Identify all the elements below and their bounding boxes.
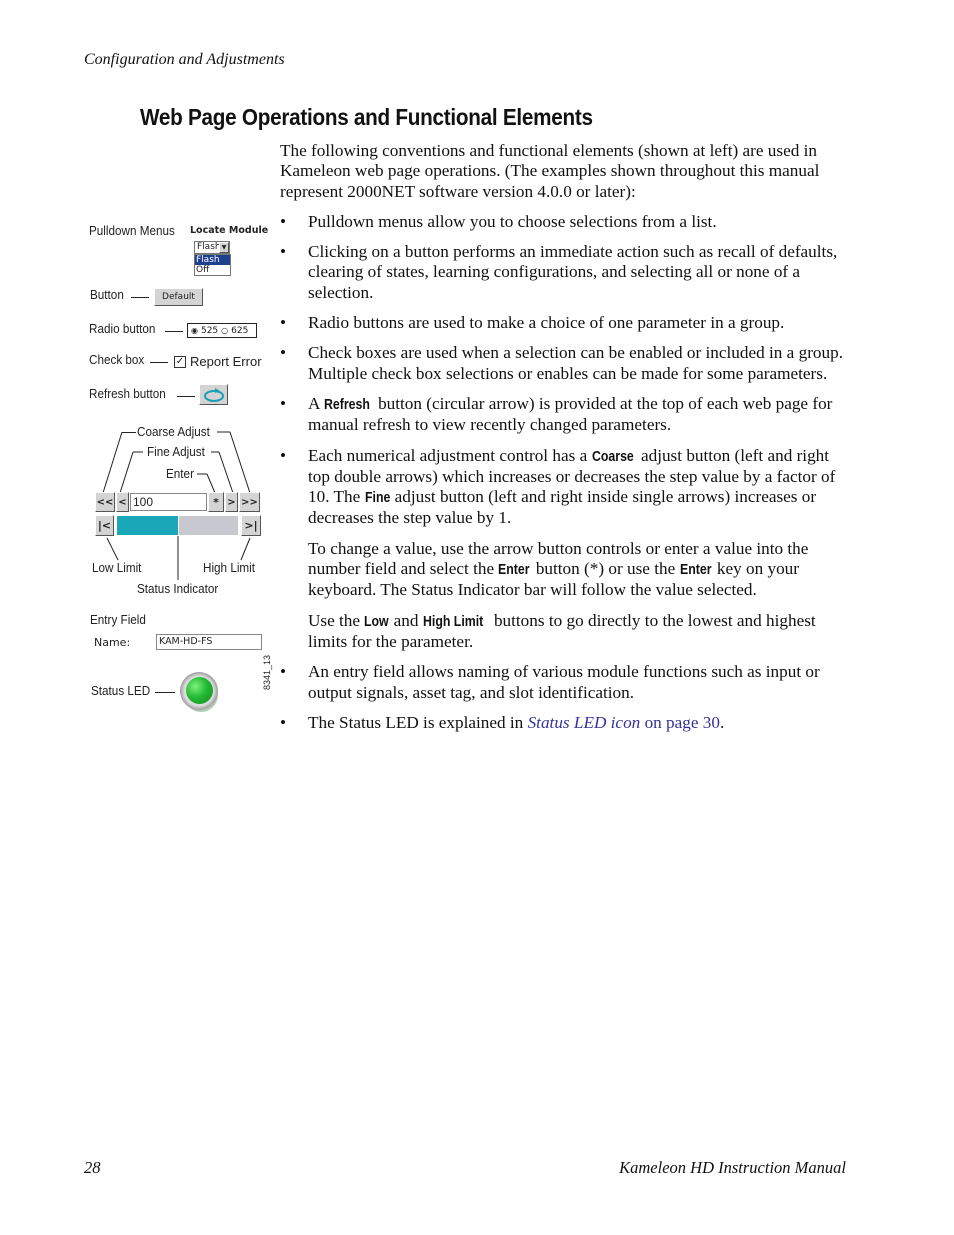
radio-group: ◉ 525 ○ 625 <box>187 323 257 338</box>
fine-down-button[interactable]: < <box>116 492 129 512</box>
checkbox-checked-icon[interactable]: ✓ <box>174 355 186 368</box>
enter-button[interactable]: * <box>208 492 224 512</box>
keyword-coarse: Coarse <box>591 448 634 465</box>
keyword-fine: Fine <box>364 490 390 507</box>
running-head: Configuration and Adjustments <box>84 51 285 68</box>
fine-up-button[interactable]: > <box>225 492 238 512</box>
bullet-text: Check boxes are used when a selection ca… <box>308 343 844 383</box>
pulldown-option-flash[interactable]: Flash <box>195 255 230 265</box>
pulldown-option-off[interactable]: Off <box>195 265 230 275</box>
label-pulldown-menus: Pulldown Menus <box>89 223 175 238</box>
bullet-text: Each numerical adjustment control has a <box>308 445 592 465</box>
link-italic-text: Status LED icon <box>527 712 641 732</box>
intro-paragraph: The following conventions and functional… <box>280 141 820 201</box>
label-status-indicator: Status Indicator <box>137 581 219 596</box>
bullet-text: Clicking on a button performs an immedia… <box>308 242 838 302</box>
pulldown-title: Locate Module <box>190 225 269 236</box>
pulldown-selected-value: Flash <box>197 242 221 252</box>
status-led-icon <box>180 672 220 712</box>
radio-525-selected-icon[interactable]: ◉ <box>191 326 198 335</box>
coarse-down-button[interactable]: << <box>95 492 115 512</box>
bullet-numeric-adjust: • Each numerical adjustment control has a… <box>280 446 846 653</box>
bullet-button: • Clicking on a button performs an immedi… <box>280 242 846 303</box>
bullet-text: Use the <box>308 610 365 630</box>
entry-name-label: Name: <box>94 636 131 649</box>
leader-line <box>131 297 149 298</box>
keyword-high-limit: High Limit <box>422 613 484 630</box>
bullet-icon: • <box>280 712 287 732</box>
body-text: The following conventions and functional… <box>280 141 846 743</box>
bullet-icon: • <box>280 242 287 262</box>
bullet-text: A <box>308 393 324 413</box>
limits-paragraph: Use the Low and High Limit buttons to go… <box>308 611 846 653</box>
radio-625-label: 625 <box>231 325 249 336</box>
section-title: Web Page Operations and Functional Eleme… <box>140 104 593 130</box>
bullet-icon: • <box>280 662 287 682</box>
bullet-text: Radio buttons are used to make a choice … <box>308 313 785 333</box>
numeric-value-input[interactable]: 100 <box>130 493 207 511</box>
label-button: Button <box>90 287 124 302</box>
bullet-status-led: • The Status LED is explained in Status L… <box>280 713 846 733</box>
label-status-led: Status LED <box>91 683 151 698</box>
leader-line <box>150 362 168 363</box>
high-limit-button[interactable]: >| <box>241 515 261 536</box>
keyword-enter: Enter <box>498 562 530 579</box>
checkbox-report-error[interactable]: ✓ Report Error <box>174 354 262 369</box>
bullet-text: button (circular arrow) is provided at t… <box>308 393 833 435</box>
bullet-icon: • <box>280 211 287 231</box>
leader-line <box>177 396 195 397</box>
bullet-pulldown: • Pulldown menus allow you to choose sele… <box>280 212 846 232</box>
keyword-low: Low <box>364 613 389 630</box>
bullet-refresh: • A Refresh button (circular arrow) is pr… <box>280 394 846 436</box>
label-check-box: Check box <box>89 352 145 367</box>
link-page-text: on page 30 <box>640 712 720 732</box>
bullet-text: An entry field allows naming of various … <box>308 662 820 702</box>
pulldown-select[interactable]: Flash ▼ <box>194 241 230 254</box>
bullet-text: button (*) or use the <box>531 559 680 579</box>
label-enter: Enter <box>166 466 194 481</box>
coarse-up-button[interactable]: >> <box>239 492 260 512</box>
default-button[interactable]: Default <box>154 288 203 306</box>
bullet-icon: • <box>280 393 287 413</box>
label-radio-button: Radio button <box>89 321 156 336</box>
leader-line <box>155 692 175 693</box>
footer-manual-title: Kameleon HD Instruction Manual <box>619 1158 846 1177</box>
low-limit-button[interactable]: |< <box>95 515 114 536</box>
bullet-entry-field: • An entry field allows naming of various… <box>280 662 846 703</box>
page-number: 28 <box>84 1158 101 1177</box>
bullet-radio: • Radio buttons are used to make a choice… <box>280 313 846 333</box>
label-high-limit: High Limit <box>203 560 256 575</box>
keyword-refresh: Refresh <box>323 396 370 413</box>
label-low-limit: Low Limit <box>92 560 142 575</box>
bullet-text: The Status LED is explained in <box>308 712 528 732</box>
entry-name-input[interactable]: KAM-HD-FS <box>156 634 262 650</box>
refresh-button[interactable] <box>199 384 228 405</box>
bullet-icon: • <box>280 313 287 333</box>
checkbox-label: Report Error <box>190 354 262 369</box>
label-entry-field: Entry Field <box>90 612 146 627</box>
keyword-enter: Enter <box>679 562 712 579</box>
figure-id: 8341_13 <box>262 654 272 690</box>
leader-line <box>165 331 183 332</box>
bullet-text: and <box>389 610 423 630</box>
bullet-text: Pulldown menus allow you to choose selec… <box>308 211 717 231</box>
radio-525-label: 525 <box>200 325 219 336</box>
bullet-checkbox: • Check boxes are used when a selection c… <box>280 343 846 384</box>
status-indicator-fill <box>117 516 178 535</box>
bullet-icon: • <box>280 445 287 465</box>
label-fine-adjust: Fine Adjust <box>147 444 205 459</box>
status-led-cross-reference-link[interactable]: Status LED icon on page 30 <box>528 713 720 732</box>
status-indicator-bar <box>117 516 238 535</box>
bullet-icon: • <box>280 343 287 363</box>
bullet-text: . <box>719 712 725 732</box>
pulldown-options-list: Flash Off <box>194 254 231 276</box>
status-indicator-remainder <box>179 516 238 535</box>
refresh-icon <box>203 387 224 402</box>
callout-lines <box>102 431 251 494</box>
bullet-list: • Pulldown menus allow you to choose sele… <box>280 212 846 733</box>
numeric-change-paragraph: To change a value, use the arrow button … <box>308 539 846 601</box>
radio-625-icon[interactable]: ○ <box>221 326 228 335</box>
label-refresh-button: Refresh button <box>89 386 166 401</box>
chevron-down-icon[interactable]: ▼ <box>219 242 229 253</box>
